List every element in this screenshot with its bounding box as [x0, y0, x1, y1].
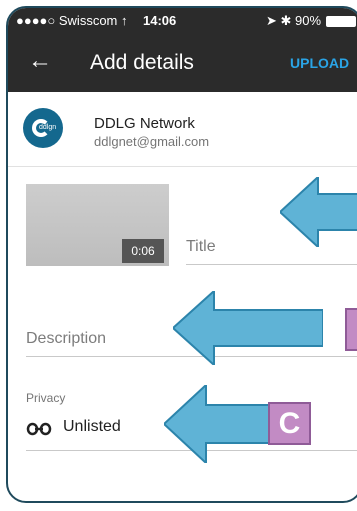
title-placeholder: Title: [186, 238, 216, 255]
duration-badge: 0:06: [122, 239, 164, 263]
annotation-arrow-description: [173, 291, 323, 365]
description-placeholder: Description: [26, 330, 107, 347]
battery-icon: [326, 16, 356, 27]
account-name: DDLG Network: [94, 115, 195, 132]
link-icon: [26, 422, 52, 436]
account-row: ddlgn DDLG Network ddlgnet@gmail.com: [8, 92, 357, 167]
annotation-marker-partial: [345, 308, 357, 351]
annotation-marker-c: C: [268, 402, 311, 445]
phone-frame: ●●●●○ Swisscom ↑ 14:06 ➤ ✱ 90% ← Add det…: [6, 6, 357, 503]
avatar-text: ddlgn: [39, 124, 57, 131]
annotation-arrow-title: [280, 177, 357, 247]
back-arrow-icon[interactable]: ←: [28, 49, 52, 73]
clock-time: 14:06: [143, 13, 177, 28]
status-bar: ●●●●○ Swisscom ↑ 14:06 ➤ ✱ 90%: [8, 8, 357, 34]
carrier-text: ●●●●○ Swisscom ↑: [16, 13, 128, 28]
account-email: ddlgnet@gmail.com: [94, 134, 210, 149]
privacy-label: Privacy: [26, 391, 66, 405]
marker-c-label: C: [278, 407, 301, 440]
annotation-arrow-privacy: [164, 385, 272, 463]
page-title: Add details: [90, 51, 194, 74]
upload-button[interactable]: UPLOAD: [290, 55, 349, 71]
avatar: ddlgn: [23, 108, 63, 148]
privacy-value: Unlisted: [63, 418, 121, 435]
app-bar: ← Add details UPLOAD: [8, 34, 357, 92]
status-right: ➤ ✱ 90%: [266, 13, 322, 28]
